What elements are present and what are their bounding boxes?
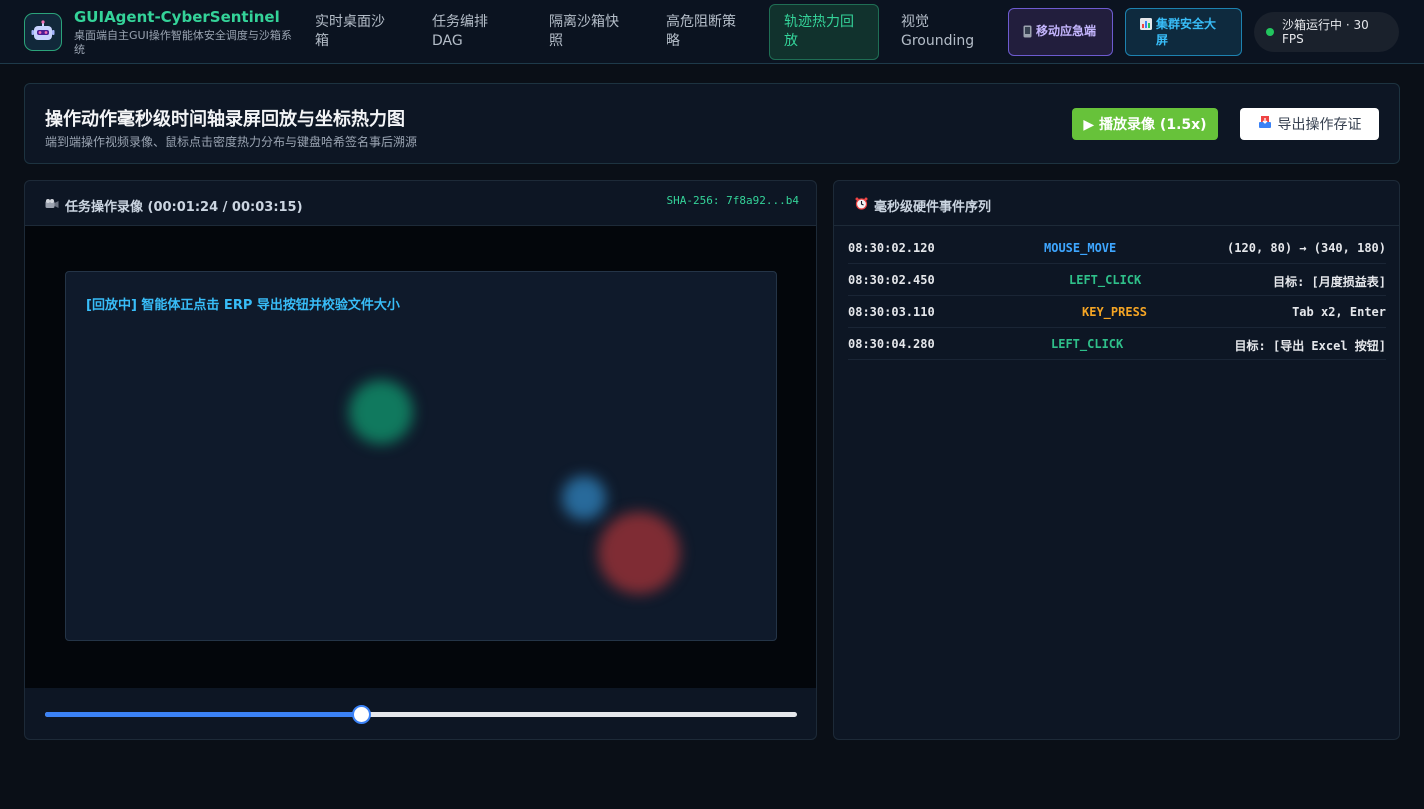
event-timestamp: 08:30:02.120 [848,241,935,255]
event-row[interactable]: 08:30:02.450 LEFT_CLICK 目标: [月度损益表] [848,264,1386,296]
nav-block-policy[interactable]: 高危阻断策略 [652,4,759,60]
brand-title: GUIAgent-CyberSentinel [74,8,280,26]
nav-label: 视觉Grounding [901,14,975,49]
event-type: KEY_PRESS [1082,305,1148,319]
recording-panel-header: 任务操作录像 (00:01:24 / 00:03:15) SHA-256: 7f… [25,181,816,226]
alarm-clock-icon [855,197,868,214]
cluster-dashboard-label: 集群安全大屏 [1156,17,1217,47]
event-type: MOUSE_MOVE [1044,241,1117,255]
event-type: LEFT_CLICK [1051,337,1124,351]
event-type: LEFT_CLICK [1069,273,1142,287]
recording-panel-title: 任务操作录像 (00:01:24 / 00:03:15) [45,196,303,215]
video-camera-icon [45,198,59,214]
mobile-phone-icon [1023,25,1032,42]
events-panel-title: 毫秒级硬件事件序列 [855,196,991,215]
event-timestamp: 08:30:03.110 [848,305,935,319]
nav-label: 轨迹热力回放 [784,14,854,49]
mobile-emergency-label: 移动应急端 [1036,23,1097,38]
timeline-handle[interactable] [351,705,371,724]
event-row[interactable]: 08:30:03.110 KEY_PRESS Tab x2, Enter [848,296,1386,328]
heatmap-spot-red [598,512,680,594]
bar-chart-icon [1140,18,1152,34]
events-panel-header: 毫秒级硬件事件序列 [834,181,1399,226]
nav-visual-grounding[interactable]: 视觉Grounding [887,4,997,60]
event-row[interactable]: 08:30:04.280 LEFT_CLICK 目标: [导出 Excel 按钮… [848,328,1386,360]
export-evidence-label: 导出操作存证 [1277,117,1362,133]
event-timestamp: 08:30:04.280 [848,337,935,351]
recording-title-text: 任务操作录像 (00:01:24 / 00:03:15) [65,200,303,215]
nav-trajectory-heatmap[interactable]: 轨迹热力回放 [769,4,879,60]
event-list: 08:30:02.120 MOUSE_MOVE (120, 80) → (340… [848,232,1386,360]
robot-icon[interactable] [24,13,62,51]
event-detail: 目标: [导出 Excel 按钮] [1234,339,1386,353]
events-title-text: 毫秒级硬件事件序列 [874,200,992,215]
status-dot-icon [1266,28,1274,36]
brand-subtitle: 桌面端自主GUI操作智能体安全调度与沙箱系统 [74,29,292,56]
hardware-events-panel: 毫秒级硬件事件序列 08:30:02.120 MOUSE_MOVE (120, … [833,180,1400,740]
play-recording-label: ▶ 播放录像 (1.5x) [1083,117,1207,133]
event-detail: (120, 80) → (340, 180) [1227,241,1386,255]
page-title: 操作动作毫秒级时间轴录屏回放与坐标热力图 [45,109,405,130]
replay-caption: [回放中] 智能体正点击 ERP 导出按钮并校验文件大小 [86,298,400,313]
nav-task-dag[interactable]: 任务编排DAG [418,4,525,60]
page-title-card: 操作动作毫秒级时间轴录屏回放与坐标热力图 端到端操作视频录像、鼠标点击密度热力分… [24,83,1400,164]
nav-live-desktop-sandbox[interactable]: 实时桌面沙箱 [301,4,408,60]
page-subtitle: 端到端操作视频录像、鼠标点击密度热力分布与键盘哈希签名事后溯源 [45,135,418,149]
sandbox-status-text: 沙箱运行中 · 30 FPS [1282,18,1369,46]
heatmap-spot-green [349,380,413,444]
event-detail: Tab x2, Enter [1292,305,1386,319]
play-recording-button[interactable]: ▶ 播放录像 (1.5x) [1072,108,1218,140]
video-stage[interactable]: [回放中] 智能体正点击 ERP 导出按钮并校验文件大小 [25,226,816,688]
heatmap-spot-blue [562,476,606,520]
nav-label: 高危阻断策略 [666,14,736,49]
event-timestamp: 08:30:02.450 [848,273,935,287]
mobile-emergency-button[interactable]: 移动应急端 [1008,8,1113,56]
nav-label: 隔离沙箱快照 [549,14,619,49]
nav-sandbox-snapshot[interactable]: 隔离沙箱快照 [535,4,642,60]
nav-label: 任务编排DAG [432,14,488,49]
sha256-hash: SHA-256: 7f8a92...b4 [666,194,799,207]
event-row[interactable]: 08:30:02.120 MOUSE_MOVE (120, 80) → (340… [848,232,1386,264]
replay-screen-frame: [回放中] 智能体正点击 ERP 导出按钮并校验文件大小 [65,271,777,641]
timeline-scrubber[interactable] [45,705,797,724]
top-navigation-bar: GUIAgent-CyberSentinel 桌面端自主GUI操作智能体安全调度… [0,0,1424,64]
inbox-tray-icon [1258,115,1272,133]
event-detail: 目标: [月度损益表] [1273,275,1386,289]
recording-player-panel: 任务操作录像 (00:01:24 / 00:03:15) SHA-256: 7f… [24,180,817,740]
timeline-progress-fill [45,712,361,717]
export-evidence-button[interactable]: 导出操作存证 [1240,108,1379,140]
sandbox-status-badge: 沙箱运行中 · 30 FPS [1254,12,1399,52]
nav-label: 实时桌面沙箱 [315,14,385,49]
cluster-dashboard-button[interactable]: 集群安全大屏 [1125,8,1242,56]
